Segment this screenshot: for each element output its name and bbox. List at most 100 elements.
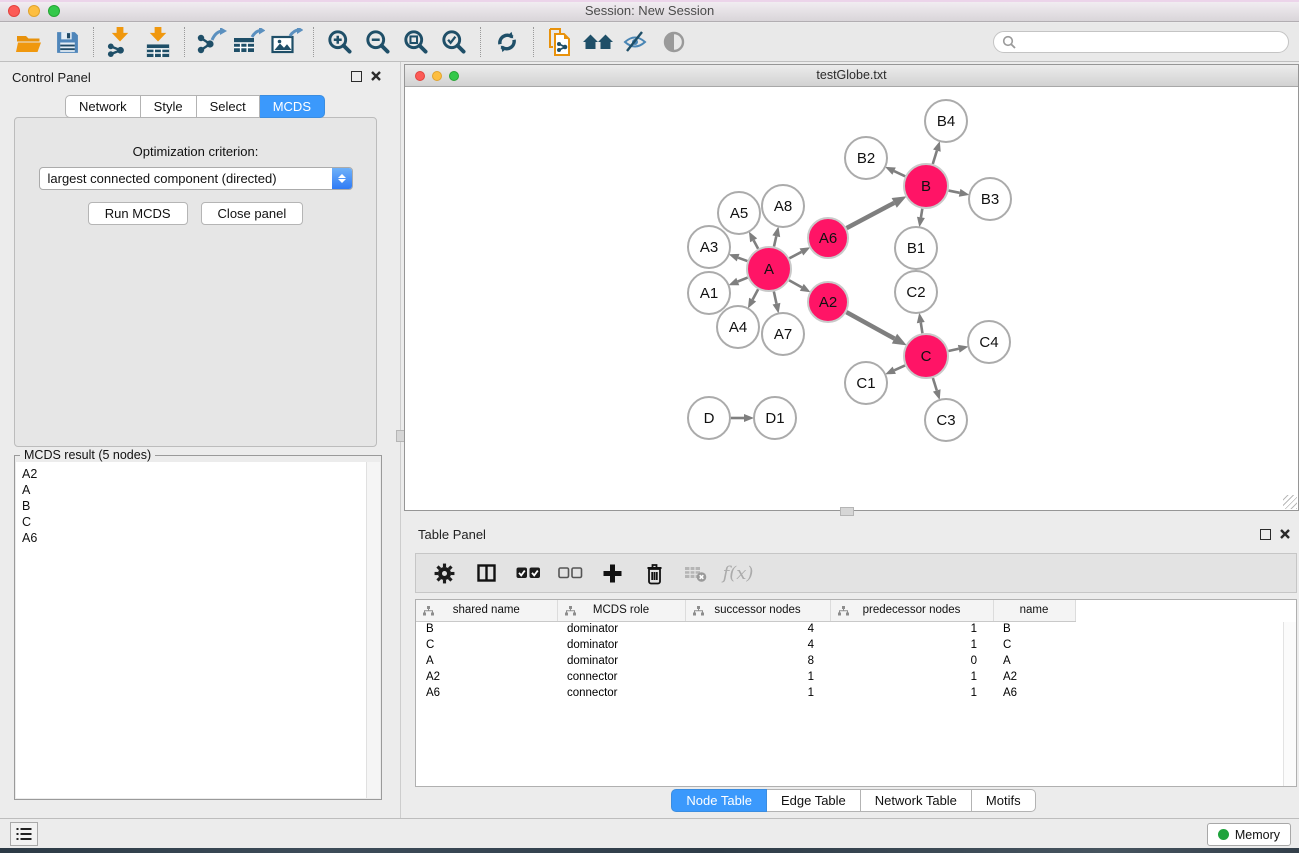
show-graphics-details-button[interactable] bbox=[655, 25, 693, 59]
mcds-result-list[interactable]: A2ABCA6 bbox=[16, 462, 380, 798]
hide-graphics-details-button[interactable] bbox=[617, 25, 655, 59]
refresh-button[interactable] bbox=[488, 25, 526, 59]
export-table-button[interactable] bbox=[230, 25, 268, 59]
minimize-window-button[interactable] bbox=[28, 5, 40, 17]
edge-A-A2[interactable] bbox=[789, 280, 802, 287]
clone-network-button[interactable] bbox=[541, 25, 579, 59]
node-B3[interactable]: B3 bbox=[969, 178, 1011, 220]
close-table-panel-icon[interactable] bbox=[1279, 528, 1291, 540]
column-header-name[interactable]: name bbox=[993, 600, 1075, 621]
close-window-button[interactable] bbox=[8, 5, 20, 17]
import-network-button[interactable] bbox=[101, 25, 139, 59]
export-image-button[interactable] bbox=[268, 25, 306, 59]
edge-A-A6[interactable] bbox=[789, 252, 801, 258]
import-table-button[interactable] bbox=[139, 25, 177, 59]
close-panel-button[interactable]: Close panel bbox=[201, 202, 304, 225]
edge-B-B1[interactable] bbox=[921, 209, 922, 218]
column-header-MCDS-role[interactable]: MCDS role bbox=[557, 600, 685, 621]
edge-B-B3[interactable] bbox=[949, 191, 960, 193]
tab-style[interactable]: Style bbox=[141, 95, 197, 118]
table-settings-button[interactable] bbox=[430, 559, 458, 587]
mcds-result-item[interactable]: A6 bbox=[16, 530, 380, 546]
node-A4[interactable]: A4 bbox=[717, 306, 759, 348]
function-builder-button[interactable]: f(x) bbox=[724, 559, 752, 587]
export-network-button[interactable] bbox=[192, 25, 230, 59]
node-B4[interactable]: B4 bbox=[925, 100, 967, 142]
table-row[interactable]: Cdominator41C bbox=[416, 637, 1296, 653]
edge-C-C4[interactable] bbox=[948, 349, 958, 351]
tab-motifs[interactable]: Motifs bbox=[972, 789, 1036, 812]
mcds-result-item[interactable]: A2 bbox=[16, 466, 380, 482]
mcds-list-scrollbar[interactable] bbox=[366, 462, 380, 798]
mcds-result-item[interactable]: B bbox=[16, 498, 380, 514]
column-header-successor-nodes[interactable]: successor nodes bbox=[685, 600, 830, 621]
show-column-panel-button[interactable] bbox=[472, 559, 500, 587]
column-header-shared-name[interactable]: shared name bbox=[416, 600, 557, 621]
task-history-button[interactable] bbox=[10, 822, 38, 846]
search-input[interactable] bbox=[1021, 35, 1280, 49]
zoom-out-button[interactable] bbox=[359, 25, 397, 59]
tab-select[interactable]: Select bbox=[197, 95, 260, 118]
tab-mcds[interactable]: MCDS bbox=[260, 95, 325, 118]
float-table-panel-icon[interactable] bbox=[1260, 529, 1271, 540]
node-C3[interactable]: C3 bbox=[925, 399, 967, 441]
edge-A-A7[interactable] bbox=[774, 291, 777, 303]
node-C1[interactable]: C1 bbox=[845, 362, 887, 404]
node-B1[interactable]: B1 bbox=[895, 227, 937, 269]
node-table[interactable]: shared nameMCDS rolesuccessor nodesprede… bbox=[416, 600, 1296, 701]
horizontal-divider-handle[interactable] bbox=[840, 507, 854, 516]
tab-node-table[interactable]: Node Table bbox=[671, 789, 767, 812]
float-panel-icon[interactable] bbox=[351, 71, 362, 82]
zoom-fit-button[interactable] bbox=[397, 25, 435, 59]
node-C2[interactable]: C2 bbox=[895, 271, 937, 313]
edge-A-A3[interactable] bbox=[738, 258, 747, 261]
deselect-all-columns-button[interactable] bbox=[556, 559, 584, 587]
edge-C-C1[interactable] bbox=[894, 365, 905, 370]
zoom-selected-button[interactable] bbox=[435, 25, 473, 59]
table-row[interactable]: A2connector11A2 bbox=[416, 669, 1296, 685]
close-network-button[interactable] bbox=[415, 71, 425, 81]
node-D1[interactable]: D1 bbox=[754, 397, 796, 439]
node-C[interactable]: C bbox=[904, 334, 948, 378]
edge-C-C3[interactable] bbox=[933, 378, 937, 390]
table-row[interactable]: Bdominator41B bbox=[416, 621, 1296, 637]
zoom-in-button[interactable] bbox=[321, 25, 359, 59]
home-button[interactable] bbox=[579, 25, 617, 59]
edge-B-B2[interactable] bbox=[894, 171, 905, 176]
node-A1[interactable]: A1 bbox=[688, 272, 730, 314]
search-field[interactable] bbox=[993, 31, 1289, 53]
mcds-result-item[interactable]: A bbox=[16, 482, 380, 498]
edge-A2-C[interactable] bbox=[846, 312, 894, 338]
delete-table-button[interactable] bbox=[682, 559, 710, 587]
create-column-button[interactable] bbox=[598, 559, 626, 587]
network-canvas[interactable]: B4B2BB3A5A8A6A3B1AA1C2A2A4A7CC4C1C3DD1 bbox=[405, 88, 1298, 510]
select-all-columns-button[interactable] bbox=[514, 559, 542, 587]
edge-B-B4[interactable] bbox=[933, 151, 937, 164]
zoom-network-button[interactable] bbox=[449, 71, 459, 81]
node-D[interactable]: D bbox=[688, 397, 730, 439]
minimize-network-button[interactable] bbox=[432, 71, 442, 81]
node-A3[interactable]: A3 bbox=[688, 226, 730, 268]
mcds-result-item[interactable]: C bbox=[16, 514, 380, 530]
node-B[interactable]: B bbox=[904, 164, 948, 208]
tab-edge-table[interactable]: Edge Table bbox=[767, 789, 861, 812]
criterion-select[interactable]: largest connected component (directed) bbox=[39, 167, 353, 190]
delete-column-button[interactable] bbox=[640, 559, 668, 587]
node-A8[interactable]: A8 bbox=[762, 185, 804, 227]
open-session-button[interactable] bbox=[10, 25, 48, 59]
window-resize-grip[interactable] bbox=[1283, 495, 1297, 509]
node-C4[interactable]: C4 bbox=[968, 321, 1010, 363]
edge-A-A1[interactable] bbox=[738, 278, 748, 282]
tab-network-table[interactable]: Network Table bbox=[861, 789, 972, 812]
node-A2[interactable]: A2 bbox=[808, 282, 848, 322]
edge-A-A8[interactable] bbox=[774, 236, 776, 246]
node-A[interactable]: A bbox=[747, 247, 791, 291]
network-window-titlebar[interactable]: testGlobe.txt bbox=[405, 65, 1298, 87]
table-row[interactable]: Adominator80A bbox=[416, 653, 1296, 669]
node-A5[interactable]: A5 bbox=[718, 192, 760, 234]
memory-button[interactable]: Memory bbox=[1207, 823, 1291, 846]
edge-A6-B[interactable] bbox=[847, 203, 895, 228]
node-B2[interactable]: B2 bbox=[845, 137, 887, 179]
node-A7[interactable]: A7 bbox=[762, 313, 804, 355]
column-header-predecessor-nodes[interactable]: predecessor nodes bbox=[830, 600, 993, 621]
